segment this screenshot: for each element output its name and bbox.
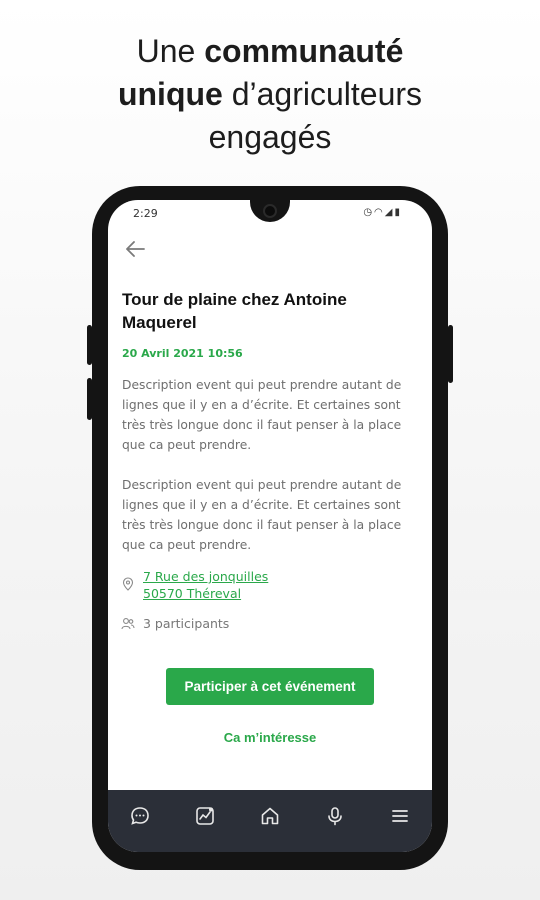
headline: Une communauté unique d’agriculteurs eng… [0, 30, 540, 159]
battery-icon: ▮ [394, 207, 402, 218]
participate-button[interactable]: Participer à cet événement [166, 668, 374, 705]
bottom-nav [108, 790, 432, 852]
headline-bold: unique [117, 76, 223, 112]
headline-text: engagés [208, 119, 332, 155]
event-description: Description event qui peut prendre autan… [122, 378, 402, 452]
event-date: 20 Avril 2021 10:56 [122, 347, 243, 360]
back-arrow-icon[interactable] [122, 236, 148, 262]
wifi-icon: ◠ [374, 207, 385, 218]
event-address-link[interactable]: 7 Rue des jonquilles 50570 Théreval [143, 568, 268, 602]
headline-bold: communauté [204, 33, 404, 69]
event-description: Description event qui peut prendre autan… [122, 478, 402, 552]
address-line: 50570 Théreval [143, 586, 242, 601]
camera-icon [263, 204, 277, 218]
menu-icon[interactable] [388, 804, 412, 828]
phone-side-button [448, 325, 453, 383]
chat-icon[interactable] [128, 804, 152, 828]
phone-screen: 2:29 ◷◠◢▮ Tour de plaine chez Antoine Ma… [108, 200, 432, 852]
home-icon[interactable] [258, 804, 282, 828]
clock-icon: ◷ [363, 207, 375, 218]
participants-count: 3 participants [143, 616, 230, 631]
address-line: 7 Rue des jonquilles [143, 569, 269, 584]
status-icons: ◷◠◢▮ [363, 207, 402, 218]
event-title: Tour de plaine chez Antoine Maquerel [122, 290, 347, 332]
interest-link[interactable]: Ca m’intéresse [108, 730, 432, 745]
headline-text: d’agriculteurs [222, 76, 423, 112]
participants-icon [121, 618, 135, 630]
location-pin-icon [122, 577, 134, 591]
microphone-icon[interactable] [323, 804, 347, 828]
stats-icon[interactable] [193, 804, 217, 828]
headline-text: Une [136, 33, 205, 69]
status-time: 2:29 [133, 207, 158, 220]
